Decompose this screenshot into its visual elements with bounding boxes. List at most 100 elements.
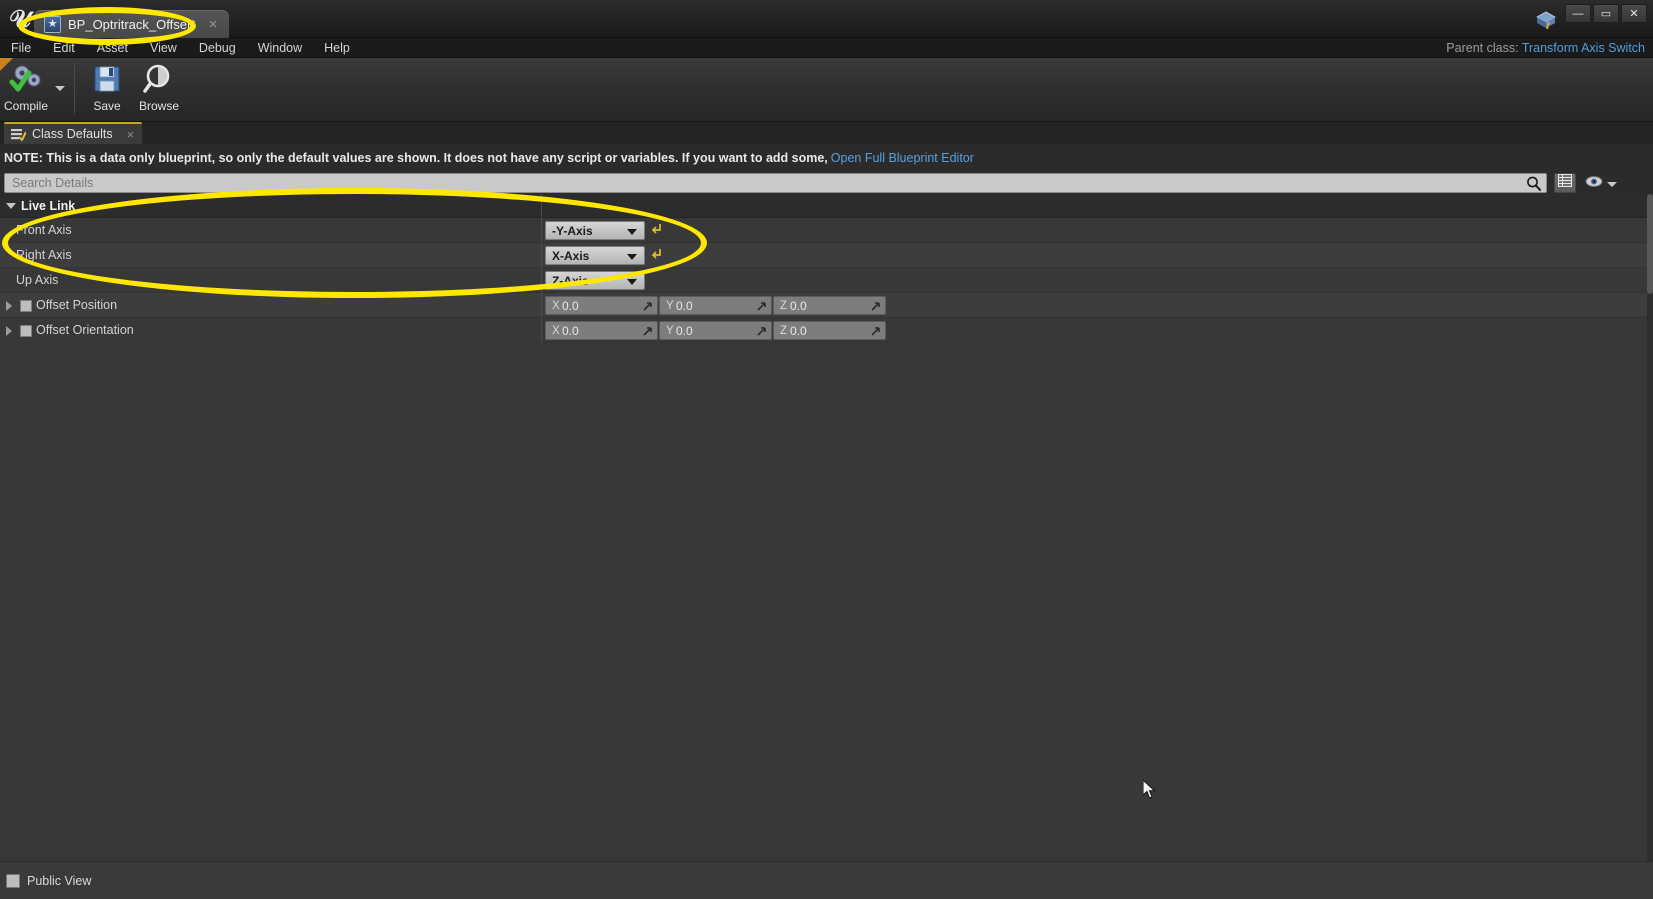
column-splitter[interactable] [541,243,542,268]
panel-tab-strip: Class Defaults × [0,122,1653,144]
menu-item-window[interactable]: Window [247,38,313,58]
browse-icon [143,62,175,96]
front-axis-combobox[interactable]: -Y-Axis [545,221,645,240]
save-icon [92,62,122,96]
axis-label-z: Z [780,324,788,337]
offset-orientation-y-field[interactable]: Y 0.0 [659,321,772,340]
details-search-row: Search Details [0,172,1653,194]
chevron-down-icon [627,254,637,260]
document-tab-blueprint[interactable]: ★ BP_Optritrack_Offset* × [34,10,230,38]
spinner-icon[interactable] [642,325,653,337]
table-row: Up Axis Z-Axis [0,268,1653,293]
browse-label: Browse [138,99,179,113]
window-controls: — ▭ ✕ [1565,4,1647,23]
table-row: Offset Orientation X 0.0 Y 0.0 Z 0.0 [0,318,1653,343]
reset-to-default-button[interactable] [651,222,663,236]
offset-position-checkbox[interactable] [20,300,32,312]
offset-position-y-field[interactable]: Y 0.0 [659,296,772,315]
menu-item-view[interactable]: View [139,38,188,58]
offset-orientation-y-value: 0.0 [676,323,693,338]
column-splitter[interactable] [541,268,542,293]
save-label: Save [93,99,121,113]
parent-class-link[interactable]: Transform Axis Switch [1522,41,1645,55]
scrollbar-thumb[interactable] [1647,194,1653,294]
data-only-blueprint-note: NOTE: This is a data only blueprint, so … [0,144,1653,172]
open-full-blueprint-editor-link[interactable]: Open Full Blueprint Editor [831,151,974,165]
category-header-live-link[interactable]: Live Link [0,194,1653,218]
note-text: NOTE: This is a data only blueprint, so … [4,151,828,165]
offset-position-x-field[interactable]: X 0.0 [545,296,658,315]
offset-position-x-value: 0.0 [562,298,579,313]
compile-dropdown-button[interactable] [52,58,68,118]
column-splitter[interactable] [541,218,542,243]
column-splitter[interactable] [541,318,542,343]
spinner-icon[interactable] [870,325,881,337]
public-view-checkbox[interactable] [6,873,20,888]
category-expand-icon [6,202,16,209]
offset-orientation-checkbox[interactable] [20,325,32,337]
save-button[interactable]: Save [81,58,133,118]
spinner-icon[interactable] [756,325,767,337]
column-splitter[interactable] [541,194,542,218]
axis-label-y: Y [666,324,674,337]
right-axis-value: X-Axis [552,248,590,263]
unreal-engine-logo-icon: 𝒰 [9,4,31,33]
bottom-status-bar: Public View [0,861,1653,899]
property-label-right-axis: Right Axis [16,248,72,262]
compile-label: Compile [3,99,48,113]
offset-orientation-x-field[interactable]: X 0.0 [545,321,658,340]
menu-item-asset[interactable]: Asset [86,38,139,58]
axis-label-y: Y [666,299,674,312]
category-title: Live Link [21,198,76,213]
spinner-icon[interactable] [642,300,653,312]
spinner-icon[interactable] [870,300,881,312]
blueprint-asset-icon: ★ [44,15,61,33]
toolbar-separator [74,62,75,114]
property-label-offset-position: Offset Position [36,298,118,312]
document-tab-close-icon[interactable]: × [209,17,218,32]
up-axis-combobox[interactable]: Z-Axis [545,271,645,290]
tab-close-icon[interactable]: × [127,127,135,142]
tab-class-defaults[interactable]: Class Defaults × [4,122,143,144]
front-axis-value: -Y-Axis [552,223,593,238]
offset-position-y-value: 0.0 [676,298,693,313]
close-button[interactable]: ✕ [1621,4,1647,23]
search-input[interactable]: Search Details [4,173,1547,193]
chevron-down-icon [55,85,65,91]
axis-label-x: X [552,299,560,312]
offset-orientation-z-field[interactable]: Z 0.0 [773,321,886,340]
spinner-icon[interactable] [756,300,767,312]
menu-item-debug[interactable]: Debug [188,38,247,58]
column-splitter[interactable] [541,293,542,318]
eye-icon [1585,175,1603,193]
expand-offset-position-icon[interactable] [6,301,12,311]
menu-bar: File Edit Asset View Debug Window Help P… [0,38,1653,58]
chevron-down-icon [1607,181,1617,187]
chevron-down-icon [627,279,637,285]
expand-offset-orientation-icon[interactable] [6,326,12,336]
cube-icon [1535,10,1557,30]
grid-view-icon [1558,174,1572,192]
mouse-cursor [1142,778,1157,805]
menu-item-help[interactable]: Help [313,38,361,58]
public-view-label: Public View [27,873,92,888]
table-row: Front Axis -Y-Axis [0,218,1653,243]
parent-class-info: Parent class: Transform Axis Switch [1446,38,1645,58]
details-scrollbar[interactable] [1647,194,1653,861]
right-axis-combobox[interactable]: X-Axis [545,246,645,265]
main-toolbar: Compile Save Browse [0,58,1653,122]
toolbar-group-asset: Save Browse [81,58,185,122]
menu-item-file[interactable]: File [0,38,42,58]
search-placeholder: Search Details [12,176,94,190]
browse-button[interactable]: Browse [133,58,185,118]
toolbar-corner-marker [0,58,13,71]
maximize-button[interactable]: ▭ [1593,4,1619,23]
minimize-button[interactable]: — [1565,4,1591,23]
offset-position-z-field[interactable]: Z 0.0 [773,296,886,315]
reset-to-default-button[interactable] [651,247,663,261]
title-bar: 𝒰 ★ BP_Optritrack_Offset* × — ▭ ✕ [0,0,1653,38]
grid-view-button[interactable] [1554,173,1576,193]
table-row: Offset Position X 0.0 Y 0.0 Z 0.0 [0,293,1653,318]
menu-item-edit[interactable]: Edit [42,38,86,58]
view-options-button[interactable] [1585,175,1617,193]
